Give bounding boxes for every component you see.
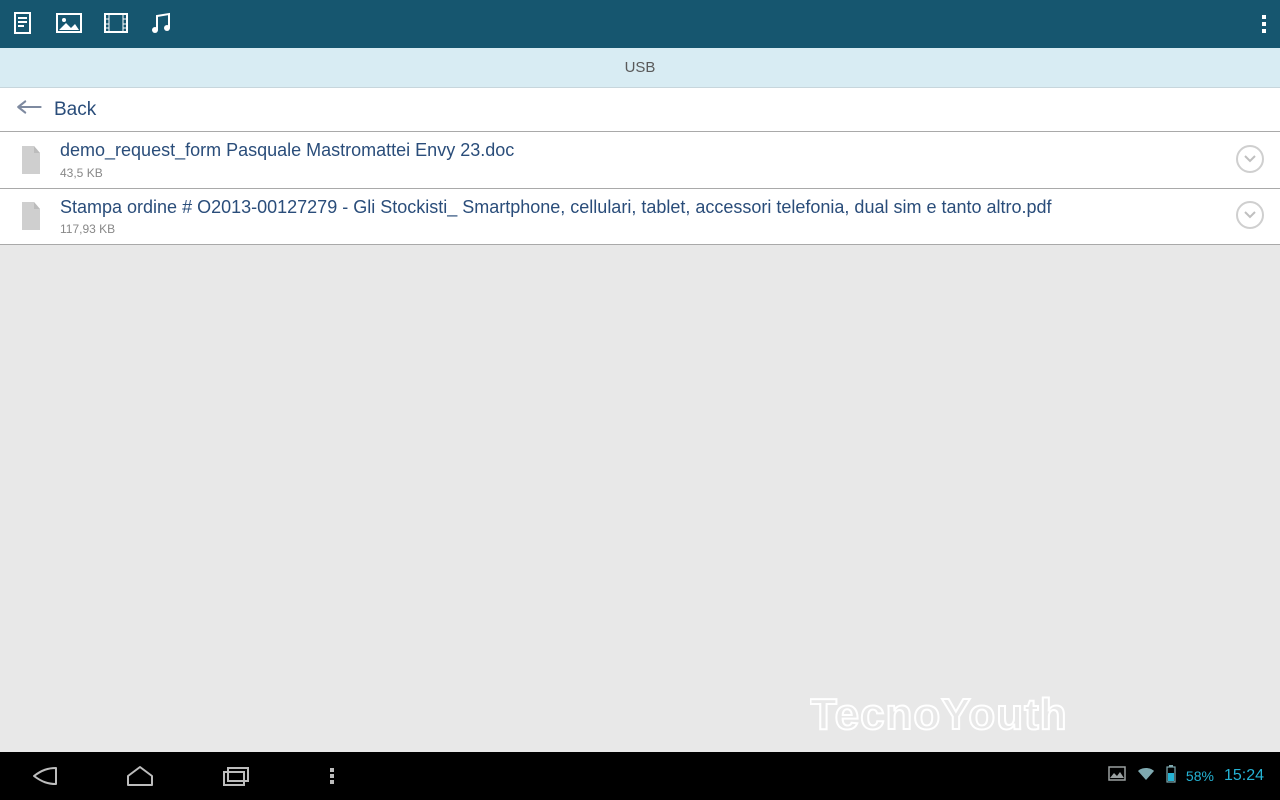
status-image-icon [1108, 766, 1126, 786]
file-row[interactable]: Stampa ordine # O2013-00127279 - Gli Sto… [0, 189, 1280, 246]
video-filter-icon[interactable] [104, 13, 128, 35]
music-filter-icon[interactable] [150, 12, 172, 36]
watermark-text: TecnoYouth [810, 690, 1068, 739]
file-list: demo_request_form Pasquale Mastromattei … [0, 132, 1280, 245]
back-row[interactable]: Back [0, 88, 1280, 132]
watermark: TecnoYouth [810, 687, 1270, 748]
back-arrow-icon [14, 99, 42, 121]
file-actions-button[interactable] [1236, 201, 1266, 231]
app-top-bar [0, 0, 1280, 48]
file-icon [20, 146, 42, 174]
location-tab[interactable]: USB [0, 48, 1280, 88]
nav-back-icon[interactable] [24, 756, 64, 796]
file-size: 43,5 KB [60, 166, 1218, 180]
image-filter-icon[interactable] [56, 13, 82, 35]
document-filter-icon[interactable] [12, 12, 34, 36]
back-label: Back [54, 99, 96, 121]
file-size: 117,93 KB [60, 222, 1218, 236]
status-area[interactable]: 58% 15:24 [1108, 752, 1264, 800]
nav-menu-icon[interactable] [312, 756, 352, 796]
empty-area: TecnoYouth [0, 245, 1280, 752]
status-battery-icon [1166, 765, 1176, 787]
file-name: Stampa ordine # O2013-00127279 - Gli Sto… [60, 197, 1218, 219]
file-name: demo_request_form Pasquale Mastromattei … [60, 140, 1218, 162]
status-wifi-icon [1136, 766, 1156, 786]
battery-percent: 58% [1186, 768, 1214, 784]
file-row[interactable]: demo_request_form Pasquale Mastromattei … [0, 132, 1280, 189]
file-icon [20, 202, 42, 230]
file-meta: demo_request_form Pasquale Mastromattei … [60, 140, 1218, 180]
overflow-menu-icon[interactable] [1260, 12, 1268, 36]
location-label: USB [625, 59, 656, 76]
media-filter-icons [12, 12, 172, 36]
nav-home-icon[interactable] [120, 756, 160, 796]
file-actions-button[interactable] [1236, 145, 1266, 175]
clock: 15:24 [1224, 767, 1264, 785]
nav-recents-icon[interactable] [216, 756, 256, 796]
file-meta: Stampa ordine # O2013-00127279 - Gli Sto… [60, 197, 1218, 237]
system-nav-bar: 58% 15:24 [0, 752, 1280, 800]
